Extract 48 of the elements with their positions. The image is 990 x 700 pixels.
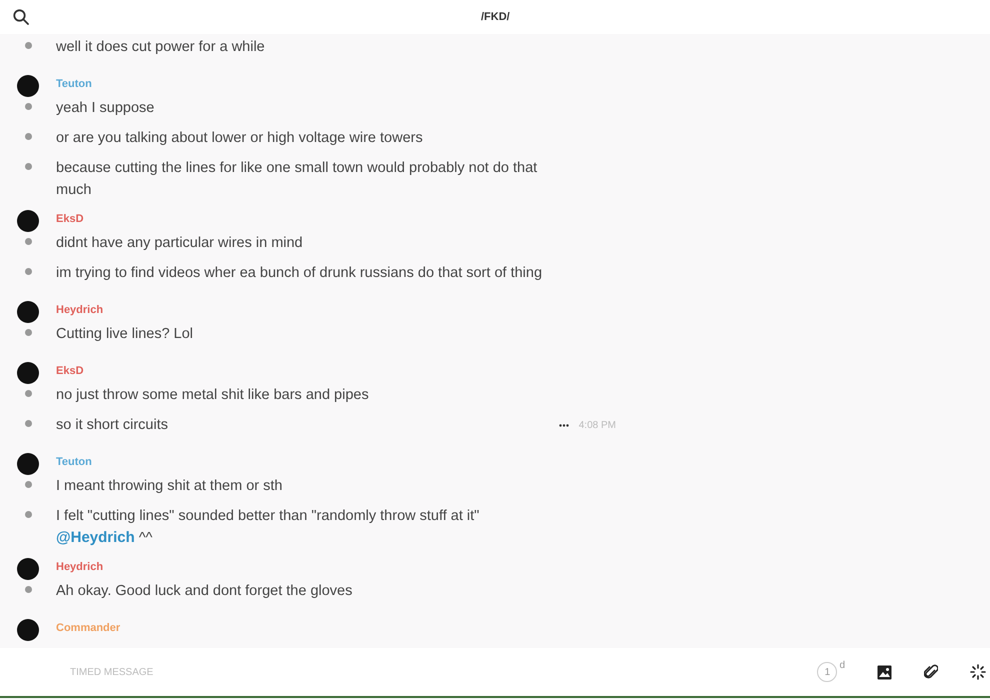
avatar — [17, 619, 39, 641]
message-text: because cutting the lines for like one small town would probably not do that much — [56, 159, 538, 200]
message-text: didnt have any particular wires in mind — [56, 234, 303, 253]
search-icon[interactable] — [13, 9, 29, 25]
author-name: Teuton — [56, 455, 92, 470]
author-name: EksD — [56, 364, 84, 379]
avatar — [17, 210, 39, 232]
message-input-field[interactable]: TIMED MESSAGE — [68, 664, 368, 680]
message-text: no just throw some metal shit like bars and pipes — [56, 386, 369, 405]
avatar — [17, 362, 39, 384]
bullet-dot — [24, 481, 32, 488]
paperclip-icon[interactable] — [924, 664, 938, 680]
bullet-dot — [24, 238, 32, 245]
message-text: yeah I suppose — [56, 99, 154, 118]
channel-title: /FKD/ — [481, 10, 510, 25]
author-name: Commander — [56, 621, 120, 636]
timer-count[interactable]: 1 — [817, 662, 838, 682]
message-text: im trying to find videos wher ea bunch of drunk russians do that sort of thing — [56, 264, 542, 283]
bullet-dot — [24, 586, 32, 593]
bullet-dot — [24, 511, 32, 518]
image-icon[interactable] — [877, 664, 892, 680]
avatar — [17, 75, 39, 97]
sparkle-icon[interactable] — [970, 664, 986, 680]
message-text: I meant throwing shit at them or sth — [56, 477, 282, 496]
bullet-dot — [24, 268, 32, 275]
author-name: Heydrich — [56, 303, 104, 318]
author-name: Teuton — [56, 77, 92, 92]
message-text: I felt "cutting lines" sounded better than "randomly throw stuff at it" @Heydrich ^^ — [56, 507, 480, 548]
avatar — [17, 558, 39, 580]
bullet-dot — [24, 133, 32, 140]
bullet-dot — [24, 420, 32, 427]
message-text: Ah okay. Good luck and dont forget the gloves — [56, 582, 352, 601]
message-text: so it short circuits — [56, 416, 168, 435]
bullet-dot — [24, 390, 32, 397]
bullet-dot — [24, 329, 32, 336]
bullet-dot — [24, 163, 32, 170]
message-text: or are you talking about lower or high voltage wire towers — [56, 129, 423, 148]
more-icon[interactable] — [558, 424, 569, 427]
avatar — [17, 453, 39, 475]
bullet-dot — [24, 42, 32, 49]
author-name: EksD — [56, 212, 84, 227]
message-text: well it does cut power for a while — [56, 38, 265, 57]
message-time: 4:08 PM — [578, 419, 616, 433]
timer-unit: d — [839, 658, 845, 672]
avatar — [17, 301, 39, 323]
author-name: Heydrich — [56, 560, 104, 575]
bullet-dot — [24, 103, 32, 110]
message-text: Cutting live lines? Lol — [56, 325, 194, 344]
